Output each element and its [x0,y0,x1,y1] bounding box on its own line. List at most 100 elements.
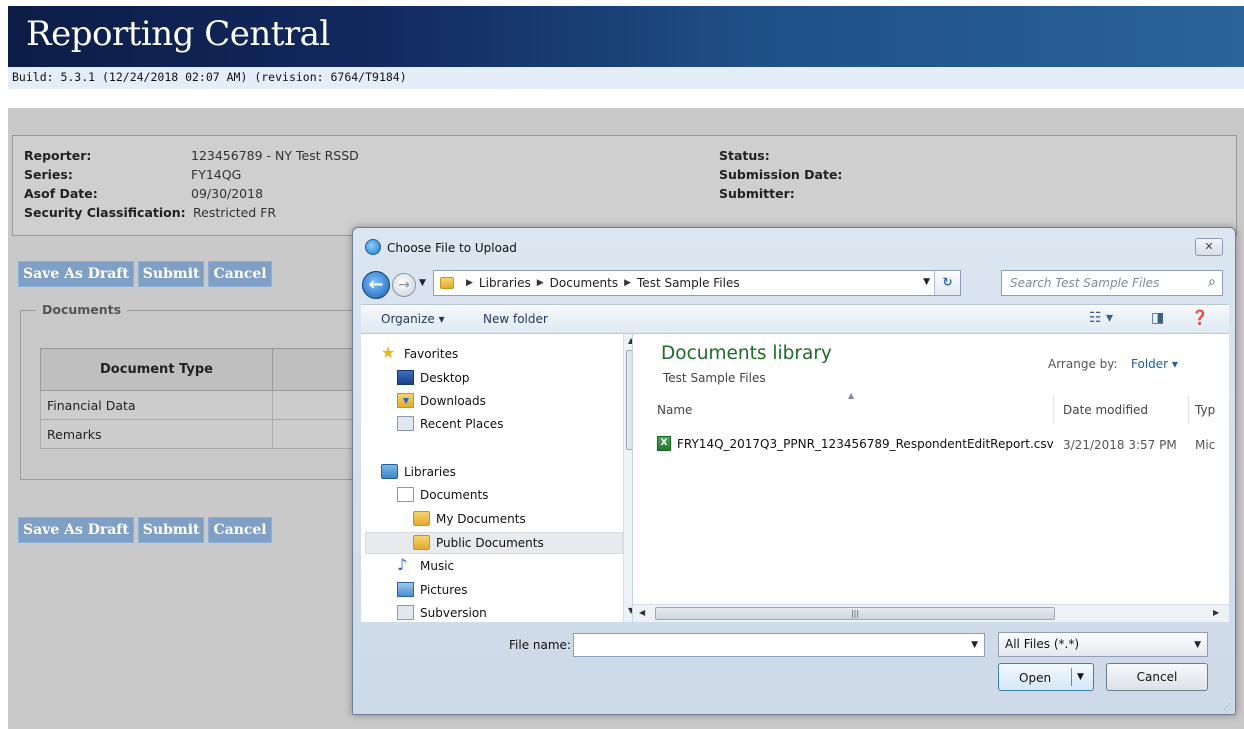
nav-item-documents[interactable]: Documents [397,487,488,502]
view-options-icon[interactable]: ☷ ▾ [1089,310,1113,326]
nav-item-subversion[interactable]: Subversion [397,605,487,620]
excel-file-icon: X [657,436,671,451]
file-name-label: File name: [509,638,571,652]
refresh-icon[interactable]: ↻ [934,271,960,295]
horizontal-scrollbar[interactable]: ◀ ||| ▶ [633,604,1229,622]
chevron-right-icon[interactable]: ▶ [537,278,544,288]
status-label: Status: [719,148,770,163]
new-folder-button[interactable]: New folder [483,312,548,326]
save-draft-button[interactable]: Save As Draft [18,261,134,287]
recent-places-icon [397,416,414,431]
nav-item-downloads[interactable]: Downloads [397,393,486,408]
asof-label: Asof Date: [24,186,98,201]
music-icon: ♪ [397,555,408,574]
nav-item-libraries[interactable]: Libraries [381,464,456,479]
security-label: Security Classification: [24,205,186,220]
column-header-date[interactable]: Date modified [1063,403,1148,417]
file-type-value: All Files (*.*) [1005,637,1080,651]
search-input[interactable]: Search Test Sample Files ⌕ [1001,270,1223,296]
submitter-label: Submitter: [719,186,795,201]
series-label: Series: [24,167,73,182]
save-draft-button[interactable]: Save As Draft [18,517,134,543]
documents-icon [397,487,414,502]
scroll-right-icon[interactable]: ▶ [1213,608,1219,617]
document-file-header [272,348,355,391]
column-divider[interactable] [1053,396,1054,424]
column-divider[interactable] [1188,396,1189,424]
breadcrumb-test-sample-files[interactable]: Test Sample Files [637,276,740,290]
forward-button[interactable]: → [392,273,416,297]
close-button[interactable]: ✕ [1195,238,1223,256]
open-button[interactable]: Open ▼ [998,663,1094,691]
documents-legend: Documents [36,302,128,317]
resize-grip-icon[interactable]: ⋰ [1223,702,1231,711]
horizontal-scroll-thumb[interactable]: ||| [655,607,1055,620]
nav-item-desktop[interactable]: Desktop [397,370,470,385]
document-file-cell [272,390,355,420]
nav-item-label: Pictures [420,582,468,597]
chevron-right-icon[interactable]: ▶ [624,278,631,288]
file-type: Mic [1195,438,1216,452]
desktop-icon [397,370,414,385]
asof-value: 09/30/2018 [191,186,264,201]
folder-icon [413,511,430,526]
nav-scroll-thumb[interactable] [626,350,632,450]
library-title: Documents library [661,343,832,364]
cancel-button[interactable]: Cancel [208,261,272,287]
address-dropdown-icon[interactable]: ▼ [923,277,930,287]
star-icon: ★ [381,343,396,362]
folder-icon [440,277,454,289]
file-type-select[interactable]: All Files (*.*) ▼ [998,632,1208,657]
document-type-header: Document Type [40,348,273,391]
nav-item-label: Downloads [420,393,486,408]
scroll-left-icon[interactable]: ◀ [639,608,645,617]
app-title: Reporting Central [26,14,330,54]
dialog-cancel-button[interactable]: Cancel [1106,663,1208,691]
preview-pane-icon[interactable]: ◨ [1151,310,1164,326]
nav-item-my-documents[interactable]: My Documents [413,511,526,526]
column-header-type[interactable]: Typ [1195,403,1215,417]
report-info-panel: Reporter: 123456789 - NY Test RSSD Serie… [12,135,1237,236]
pictures-icon [397,582,414,597]
address-bar[interactable]: ▶ Libraries ▶ Documents ▶ Test Sample Fi… [433,270,961,296]
library-subtitle: Test Sample Files [663,371,766,385]
nav-scrollbar[interactable]: ▲ ▼ [623,334,632,622]
file-name-dropdown-icon[interactable]: ▼ [971,640,978,650]
breadcrumb-libraries[interactable]: Libraries [479,276,531,290]
reporter-label: Reporter: [24,148,92,163]
dialog-title: Choose File to Upload [387,241,517,255]
file-list-pane: Documents library Test Sample Files Arra… [633,334,1229,622]
nav-item-label: Documents [420,487,489,502]
recent-locations-dropdown-icon[interactable]: ▼ [419,278,426,288]
nav-item-recent-places[interactable]: Recent Places [397,416,503,431]
open-button-label: Open [1019,671,1052,685]
back-button[interactable]: ← [362,271,390,299]
open-options-dropdown-icon[interactable]: ▼ [1077,672,1084,682]
nav-item-music[interactable]: ♪ Music [397,555,454,574]
nav-item-label: Recent Places [420,416,504,431]
documents-table: Document Type Financial Data Remarks [40,348,355,449]
arrange-by-dropdown[interactable]: Folder ▾ [1131,357,1178,371]
file-list-item[interactable]: X FRY14Q_2017Q3_PPNR_123456789_Responden… [657,436,1054,451]
nav-item-favorites[interactable]: ★ Favorites [381,343,458,362]
dialog-titlebar[interactable]: Choose File to Upload ✕ [353,228,1235,264]
breadcrumb-documents[interactable]: Documents [550,276,618,290]
help-icon[interactable]: ❓ [1191,310,1208,326]
nav-item-pictures[interactable]: Pictures [397,582,468,597]
submit-button[interactable]: Submit [137,517,205,543]
column-header-name[interactable]: Name [657,403,692,417]
search-icon[interactable]: ⌕ [1208,274,1216,290]
cancel-button[interactable]: Cancel [208,517,272,543]
chevron-down-icon: ▼ [1194,640,1201,650]
downloads-icon [397,393,414,408]
navigation-pane: ★ Favorites Desktop Downloads Recent Pla… [361,334,633,622]
organize-menu[interactable]: Organize ▾ [381,312,445,326]
file-date: 3/21/2018 3:57 PM [1063,438,1177,452]
submit-button[interactable]: Submit [137,261,205,287]
file-name-input[interactable]: ▼ [573,633,985,657]
nav-item-public-documents[interactable]: Public Documents [413,535,544,550]
chevron-right-icon[interactable]: ▶ [466,278,473,288]
security-value: Restricted FR [193,205,277,220]
nav-item-label: Libraries [404,464,456,479]
browser-icon [365,239,381,255]
